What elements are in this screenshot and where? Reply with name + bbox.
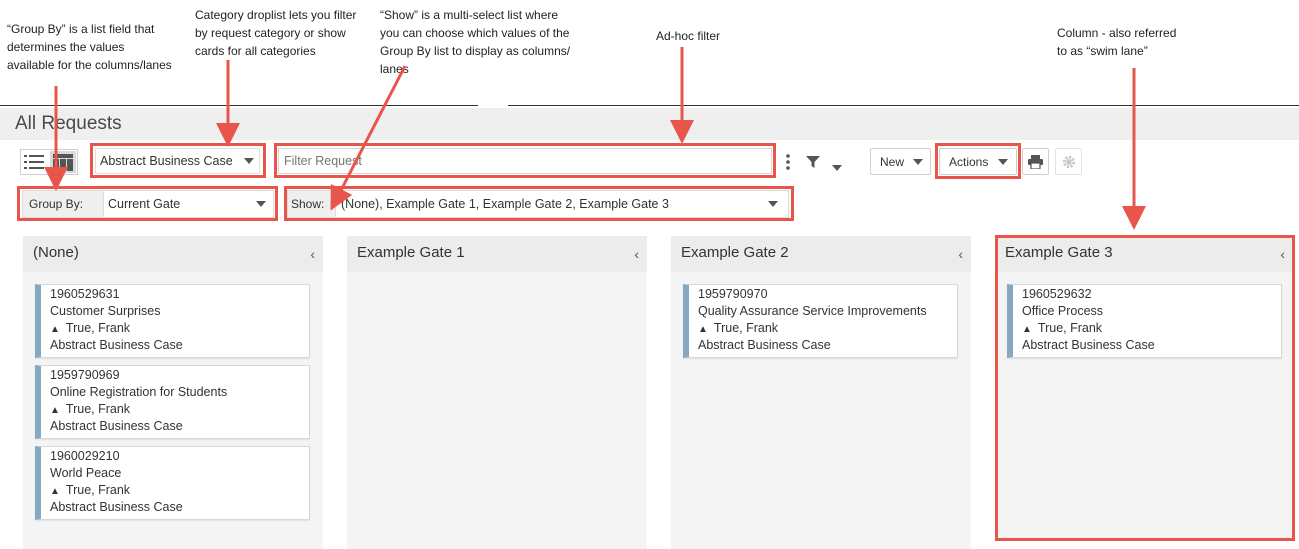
arrow-show bbox=[330, 65, 407, 211]
annotation-arrows bbox=[44, 47, 1146, 230]
